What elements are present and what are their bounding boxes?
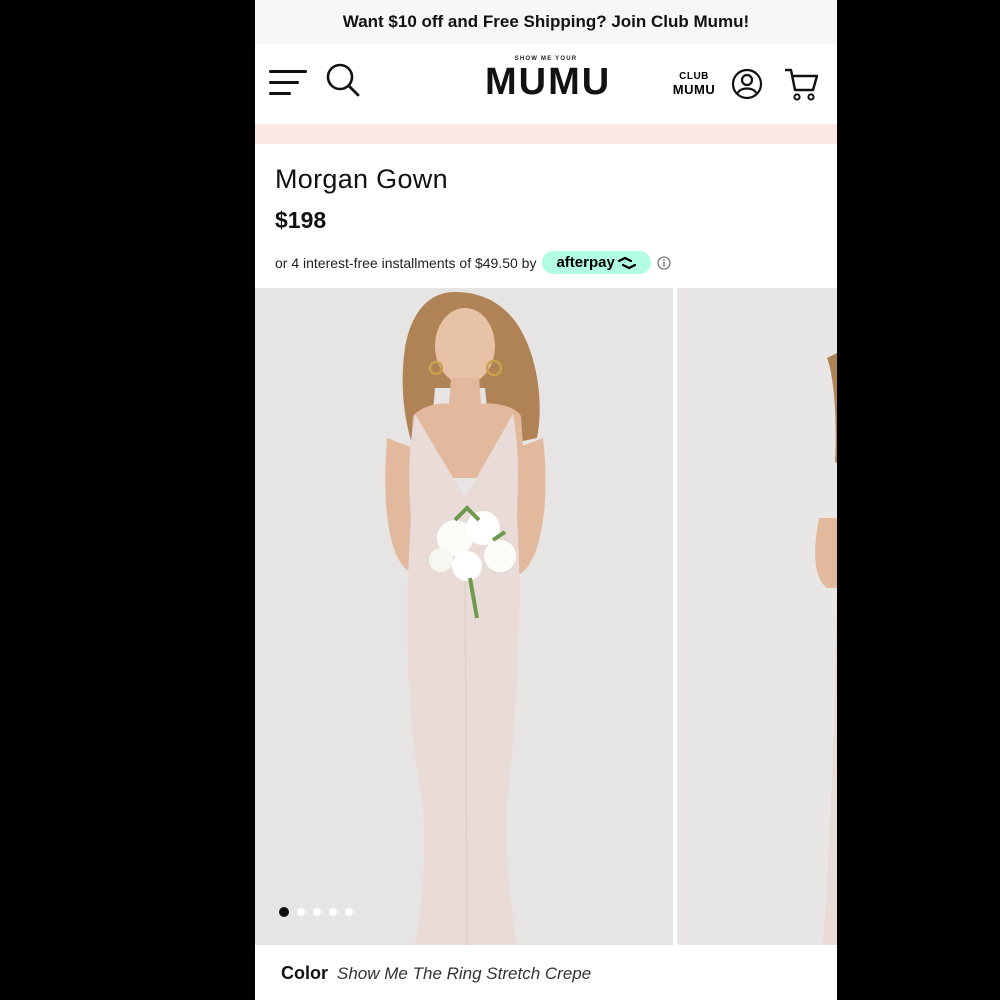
afterpay-badge[interactable]: afterpay xyxy=(542,251,651,274)
color-selector-row: Color Show Me The Ring Stretch Crepe xyxy=(281,963,591,984)
site-header: SHOW ME YOUR MUMU CLUB MUMU xyxy=(255,44,837,124)
product-price: $198 xyxy=(275,207,327,233)
afterpay-row: or 4 interest-free installments of $49.5… xyxy=(275,251,825,274)
model-photo-partial xyxy=(677,288,837,945)
account-icon[interactable] xyxy=(731,68,763,100)
gallery-pagination xyxy=(279,907,353,917)
color-label: Color xyxy=(281,963,328,983)
site-logo[interactable]: SHOW ME YOUR MUMU xyxy=(485,56,612,103)
club-mumu-link[interactable]: CLUB MUMU xyxy=(669,70,719,96)
search-icon[interactable] xyxy=(325,62,361,98)
product-image-1[interactable] xyxy=(255,288,673,945)
product-title: Morgan Gown xyxy=(275,164,448,194)
product-image-gallery[interactable] xyxy=(255,288,837,945)
gallery-dot-1[interactable] xyxy=(279,907,289,917)
club-label-line2: MUMU xyxy=(672,82,716,97)
info-icon[interactable] xyxy=(657,256,671,270)
promo-text[interactable]: Want $10 off and Free Shipping? Join Clu… xyxy=(343,12,749,32)
mobile-viewport: Want $10 off and Free Shipping? Join Clu… xyxy=(255,0,837,1000)
gallery-dot-5[interactable] xyxy=(345,908,353,916)
cart-icon[interactable] xyxy=(783,66,819,102)
product-info: Morgan Gown $198 or 4 interest-free inst… xyxy=(275,144,825,274)
product-image-2[interactable] xyxy=(677,288,837,945)
afterpay-arrows-icon xyxy=(617,256,636,269)
model-photo xyxy=(255,288,673,945)
installment-text: or 4 interest-free installments of $49.5… xyxy=(275,254,537,271)
promo-banner[interactable]: Want $10 off and Free Shipping? Join Clu… xyxy=(255,0,837,44)
afterpay-label: afterpay xyxy=(556,254,615,271)
logo-wordmark: MUMU xyxy=(485,61,612,103)
menu-icon[interactable] xyxy=(269,68,309,98)
color-value: Show Me The Ring Stretch Crepe xyxy=(337,964,592,983)
gallery-dot-4[interactable] xyxy=(329,908,337,916)
header-divider-band xyxy=(255,124,837,144)
gallery-dot-3[interactable] xyxy=(313,908,321,916)
gallery-dot-2[interactable] xyxy=(297,908,305,916)
